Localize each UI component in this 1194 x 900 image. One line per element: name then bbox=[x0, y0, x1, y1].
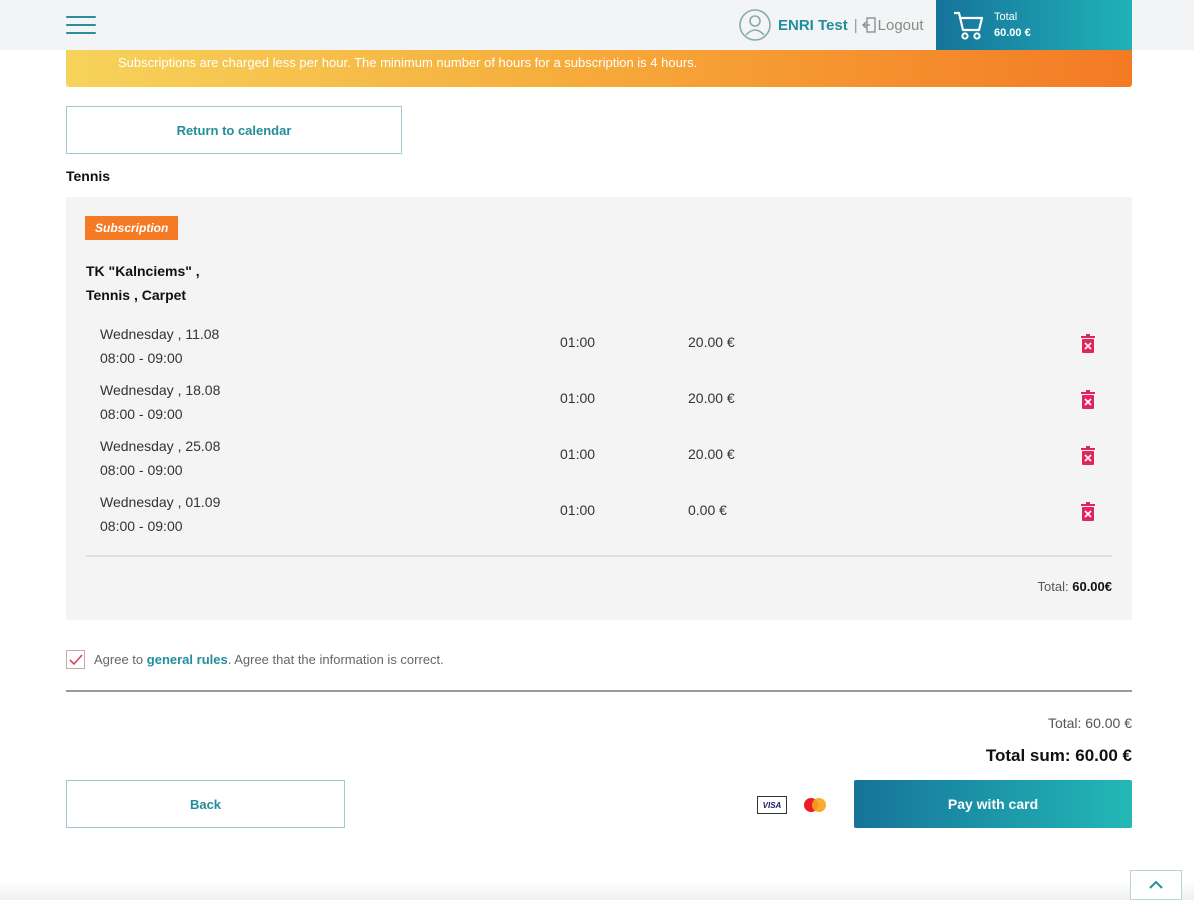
delete-icon[interactable] bbox=[1080, 334, 1096, 354]
row-price: 20.00 € bbox=[688, 446, 735, 462]
panel-total-value: 60.00€ bbox=[1072, 579, 1112, 594]
summary-total: Total: 60.00 € bbox=[1047, 715, 1132, 731]
booking-row: Wednesday , 01.09 08:00 - 09:00 01:00 0.… bbox=[100, 490, 1100, 538]
row-duration: 01:00 bbox=[560, 390, 596, 406]
booking-row: Wednesday , 25.08 08:00 - 09:00 01:00 20… bbox=[100, 434, 1100, 482]
top-header: ENRI Test | Logout Total 60.00 € bbox=[0, 0, 1194, 50]
venue-info: TK "Kalnciems" , Tennis , Carpet bbox=[86, 259, 200, 307]
cart-button[interactable]: Total 60.00 € bbox=[936, 0, 1132, 50]
booking-row: Wednesday , 18.08 08:00 - 09:00 01:00 20… bbox=[100, 378, 1100, 426]
row-time: 08:00 - 09:00 bbox=[100, 350, 183, 366]
panel-divider bbox=[86, 555, 1112, 557]
scroll-to-top-button[interactable] bbox=[1130, 870, 1182, 900]
panel-total-label: Total: bbox=[1037, 579, 1069, 594]
pay-with-card-button[interactable]: Pay with card bbox=[854, 780, 1132, 828]
booking-panel: Subscription TK "Kalnciems" , Tennis , C… bbox=[66, 197, 1132, 620]
delete-icon[interactable] bbox=[1080, 446, 1096, 466]
row-time: 08:00 - 09:00 bbox=[100, 406, 183, 422]
logout-label: Logout bbox=[877, 16, 924, 34]
cart-icon bbox=[954, 11, 984, 40]
panel-total: Total: 60.00€ bbox=[1038, 579, 1112, 594]
checkmark-icon bbox=[68, 653, 83, 665]
venue-name: TK "Kalnciems" , bbox=[86, 263, 200, 279]
back-button[interactable]: Back bbox=[66, 780, 345, 828]
return-to-calendar-button[interactable]: Return to calendar bbox=[66, 106, 402, 154]
general-rules-link[interactable]: general rules bbox=[147, 652, 228, 667]
user-area: ENRI Test | Logout bbox=[738, 7, 924, 43]
row-time: 08:00 - 09:00 bbox=[100, 462, 183, 478]
cart-label: Total bbox=[994, 11, 1018, 23]
menu-icon[interactable] bbox=[66, 16, 96, 34]
row-time: 08:00 - 09:00 bbox=[100, 518, 183, 534]
mastercard-logo-icon bbox=[804, 798, 826, 812]
court-info: Tennis , Carpet bbox=[86, 287, 187, 303]
row-duration: 01:00 bbox=[560, 446, 596, 462]
row-date: Wednesday , 11.08 bbox=[100, 326, 220, 342]
logout-button[interactable]: Logout bbox=[861, 16, 924, 34]
agreement-row: Agree to general rules. Agree that the i… bbox=[66, 650, 444, 669]
summary-total-sum: Total sum: 60.00 € bbox=[985, 746, 1132, 765]
visa-logo-icon: VISA bbox=[757, 796, 787, 814]
row-date: Wednesday , 25.08 bbox=[100, 438, 221, 454]
cart-amount: 60.00 € bbox=[994, 27, 1031, 39]
delete-icon[interactable] bbox=[1080, 502, 1096, 522]
row-date: Wednesday , 18.08 bbox=[100, 382, 221, 398]
info-banner: Subscriptions are charged less per hour.… bbox=[66, 50, 1132, 87]
row-price: 20.00 € bbox=[688, 390, 735, 406]
row-price: 0.00 € bbox=[688, 502, 727, 518]
logout-icon bbox=[861, 17, 876, 33]
subscription-badge: Subscription bbox=[85, 216, 179, 240]
sport-title: Tennis bbox=[66, 168, 111, 184]
agree-suffix: . Agree that the information is correct. bbox=[227, 652, 444, 667]
summary-divider bbox=[66, 690, 1132, 692]
page-bottom-edge bbox=[0, 880, 1194, 900]
header-separator: | bbox=[853, 16, 858, 34]
user-name[interactable]: ENRI Test bbox=[778, 17, 848, 34]
row-date: Wednesday , 01.09 bbox=[100, 494, 221, 510]
agree-prefix: Agree to bbox=[94, 652, 144, 667]
row-duration: 01:00 bbox=[560, 334, 596, 350]
delete-icon[interactable] bbox=[1080, 390, 1096, 410]
banner-text: Subscriptions are charged less per hour.… bbox=[118, 55, 698, 70]
row-duration: 01:00 bbox=[560, 502, 596, 518]
chevron-up-icon bbox=[1149, 880, 1163, 889]
row-price: 20.00 € bbox=[688, 334, 735, 350]
user-avatar-icon[interactable] bbox=[738, 8, 772, 42]
agree-checkbox[interactable] bbox=[66, 650, 85, 669]
booking-row: Wednesday , 11.08 08:00 - 09:00 01:00 20… bbox=[100, 322, 1100, 370]
